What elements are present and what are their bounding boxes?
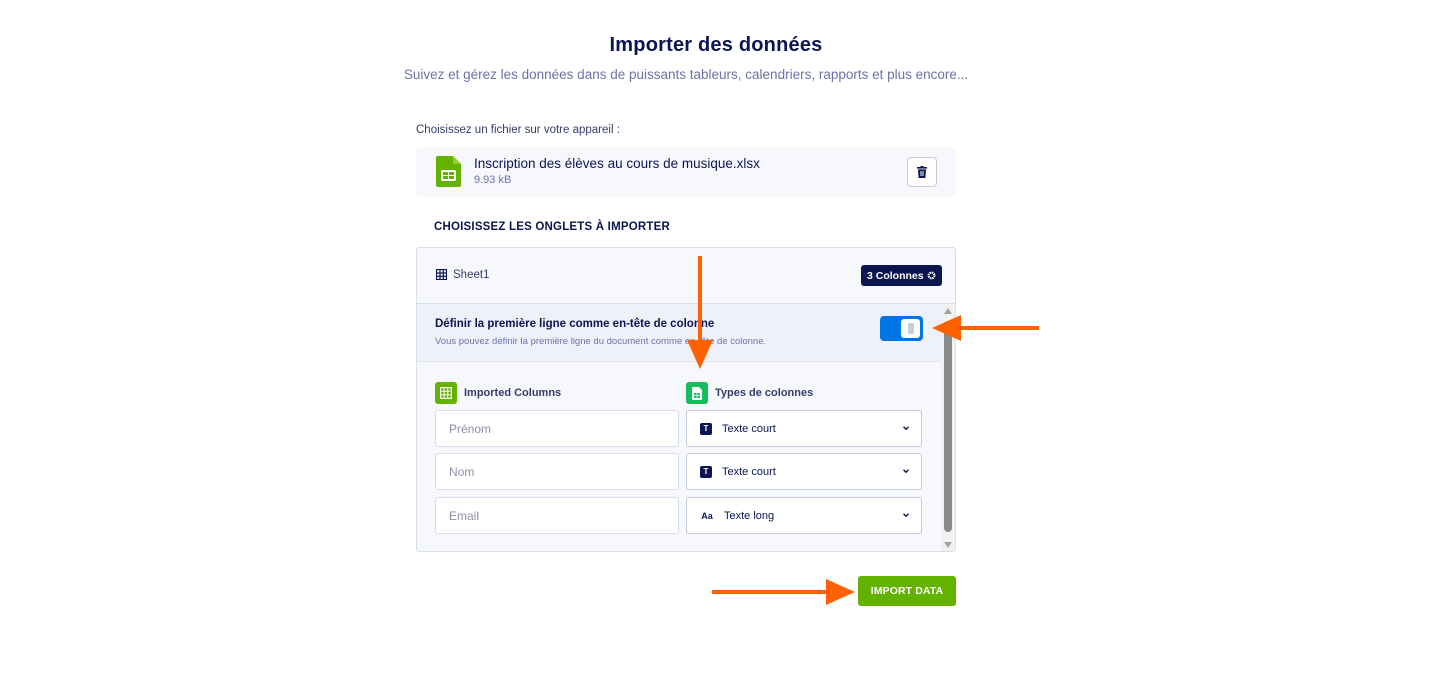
columns-count-badge[interactable]: 3 Colonnes: [861, 265, 942, 286]
column-name-input[interactable]: Email: [435, 497, 679, 534]
panel-scrollbar[interactable]: [941, 304, 955, 551]
imported-columns-label: Imported Columns: [464, 387, 562, 399]
scroll-thumb[interactable]: [944, 321, 952, 532]
chevron-down-icon: [903, 469, 909, 474]
sheet-header[interactable]: Sheet1 3 Colonnes: [417, 248, 955, 304]
tabs-section-heading: CHOISISSEZ LES ONGLETS À IMPORTER: [434, 221, 670, 233]
column-types-heading: Types de colonnes: [686, 382, 813, 404]
choose-file-label: Choisissez un fichier sur votre appareil…: [416, 124, 620, 136]
short-text-icon: T: [700, 422, 712, 435]
file-name: Inscription des élèves au cours de musiq…: [474, 156, 760, 171]
page-title: Importer des données: [609, 34, 823, 56]
trash-icon: [917, 166, 927, 178]
file-size: 9.93 kB: [474, 174, 512, 186]
uploaded-file-card: Inscription des élèves au cours de musiq…: [416, 147, 956, 197]
right-arrow-annotation: [712, 579, 855, 605]
page-subtitle: Suivez et gérez les données dans de puis…: [403, 67, 969, 82]
table-icon: [436, 269, 447, 280]
column-type-select[interactable]: T Texte court: [686, 453, 922, 490]
column-type-select[interactable]: T Texte court: [686, 410, 922, 447]
column-name-input[interactable]: Nom: [435, 453, 679, 490]
column-mapping-area: Imported Columns Types de colonnes Préno…: [417, 362, 941, 551]
delete-file-button[interactable]: [907, 157, 937, 187]
scroll-up-arrow-icon[interactable]: [944, 308, 952, 314]
gear-icon: [927, 271, 936, 280]
import-data-button[interactable]: IMPORT DATA: [858, 576, 956, 606]
chevron-down-icon: [903, 426, 909, 431]
column-types-label: Types de colonnes: [715, 387, 814, 399]
first-row-header-description: Vous pouvez définir la première ligne du…: [435, 336, 767, 347]
sheet-file-icon: [686, 382, 708, 404]
toggle-knob: [901, 319, 920, 338]
first-row-header-option: Définir la première ligne comme en-tête …: [417, 304, 941, 362]
column-type-value: Texte court: [722, 422, 776, 435]
chevron-down-icon: [903, 513, 909, 518]
long-text-icon: Aa: [701, 510, 713, 521]
grid-icon: [435, 382, 457, 404]
sheet-panel: Sheet1 3 Colonnes Définir la première li…: [416, 247, 956, 552]
column-type-value: Texte long: [724, 509, 775, 522]
imported-columns-heading: Imported Columns: [435, 382, 561, 404]
short-text-icon: T: [700, 465, 712, 478]
column-type-select[interactable]: Aa Texte long: [686, 497, 922, 534]
columns-count-label: 3 Colonnes: [867, 269, 924, 282]
column-type-value: Texte court: [722, 465, 776, 478]
column-name-input[interactable]: Prénom: [435, 410, 679, 447]
spreadsheet-file-icon: [436, 156, 461, 187]
scroll-down-arrow-icon[interactable]: [944, 542, 952, 548]
first-row-header-title: Définir la première ligne comme en-tête …: [435, 318, 715, 330]
first-row-header-toggle[interactable]: [880, 316, 923, 341]
sheet-name: Sheet1: [453, 269, 490, 281]
